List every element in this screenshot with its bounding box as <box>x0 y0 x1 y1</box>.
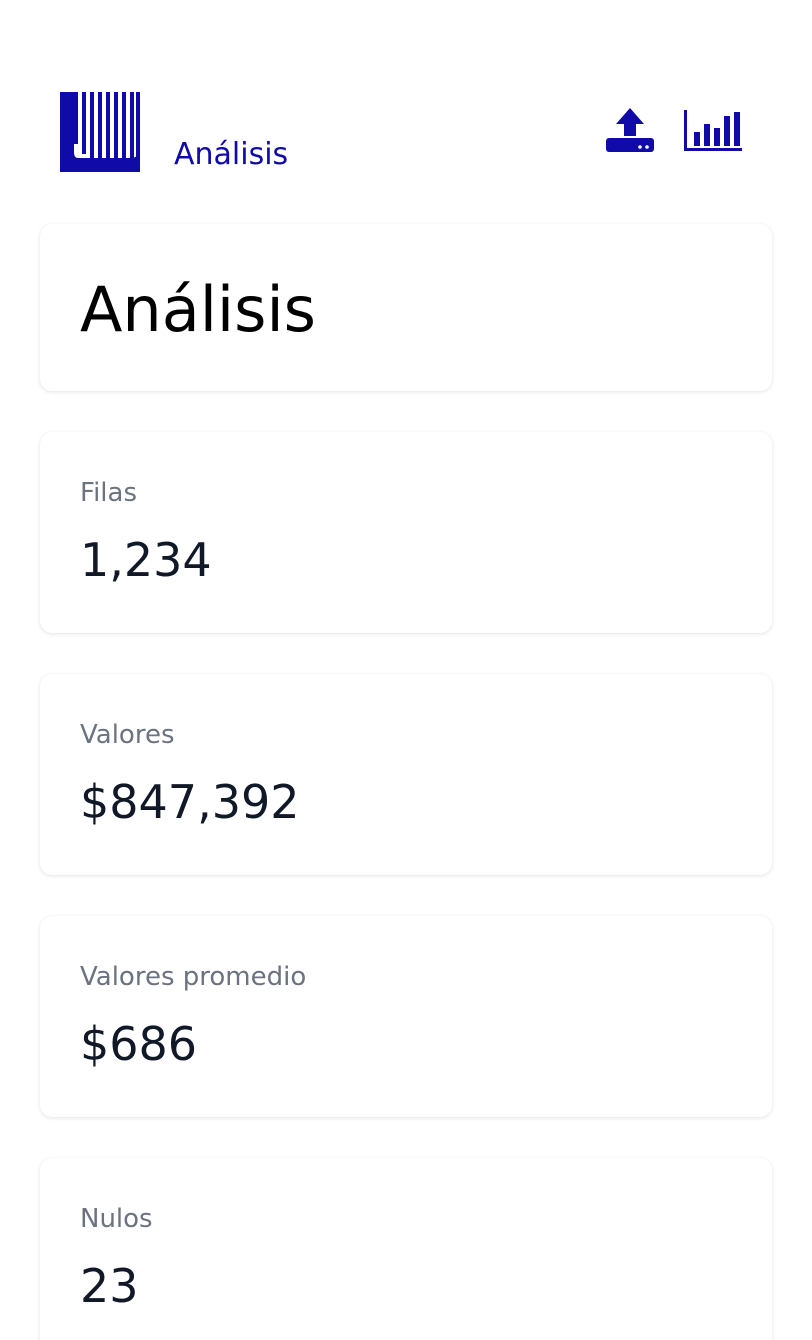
stat-value: 23 <box>80 1259 139 1313</box>
stat-label: Filas <box>80 478 137 508</box>
upload-icon <box>606 108 654 152</box>
upload-button[interactable] <box>604 106 656 154</box>
bar-chart-icon <box>684 110 742 151</box>
stat-card-filas: Filas 1,234 <box>40 432 772 633</box>
stat-value: $847,392 <box>80 775 300 829</box>
barcode-logo-icon[interactable] <box>60 92 140 172</box>
stat-value: $686 <box>80 1017 198 1071</box>
brand-link[interactable]: Análisis <box>174 136 288 174</box>
stat-card-valores-promedio: Valores promedio $686 <box>40 916 772 1117</box>
stat-value: 1,234 <box>80 533 212 587</box>
stat-label: Nulos <box>80 1204 153 1234</box>
stat-card-nulos: Nulos 23 <box>40 1158 772 1340</box>
top-bar: Análisis <box>0 0 812 200</box>
stat-card-valores: Valores $847,392 <box>40 674 772 875</box>
page-title-card: Análisis <box>40 224 772 391</box>
stat-label: Valores <box>80 720 175 750</box>
page-title: Análisis <box>80 273 316 346</box>
page: Análisis Análisis Filas 1,234 Valores $8… <box>0 0 812 1340</box>
analytics-button[interactable] <box>682 106 744 154</box>
stat-label: Valores promedio <box>80 962 307 992</box>
